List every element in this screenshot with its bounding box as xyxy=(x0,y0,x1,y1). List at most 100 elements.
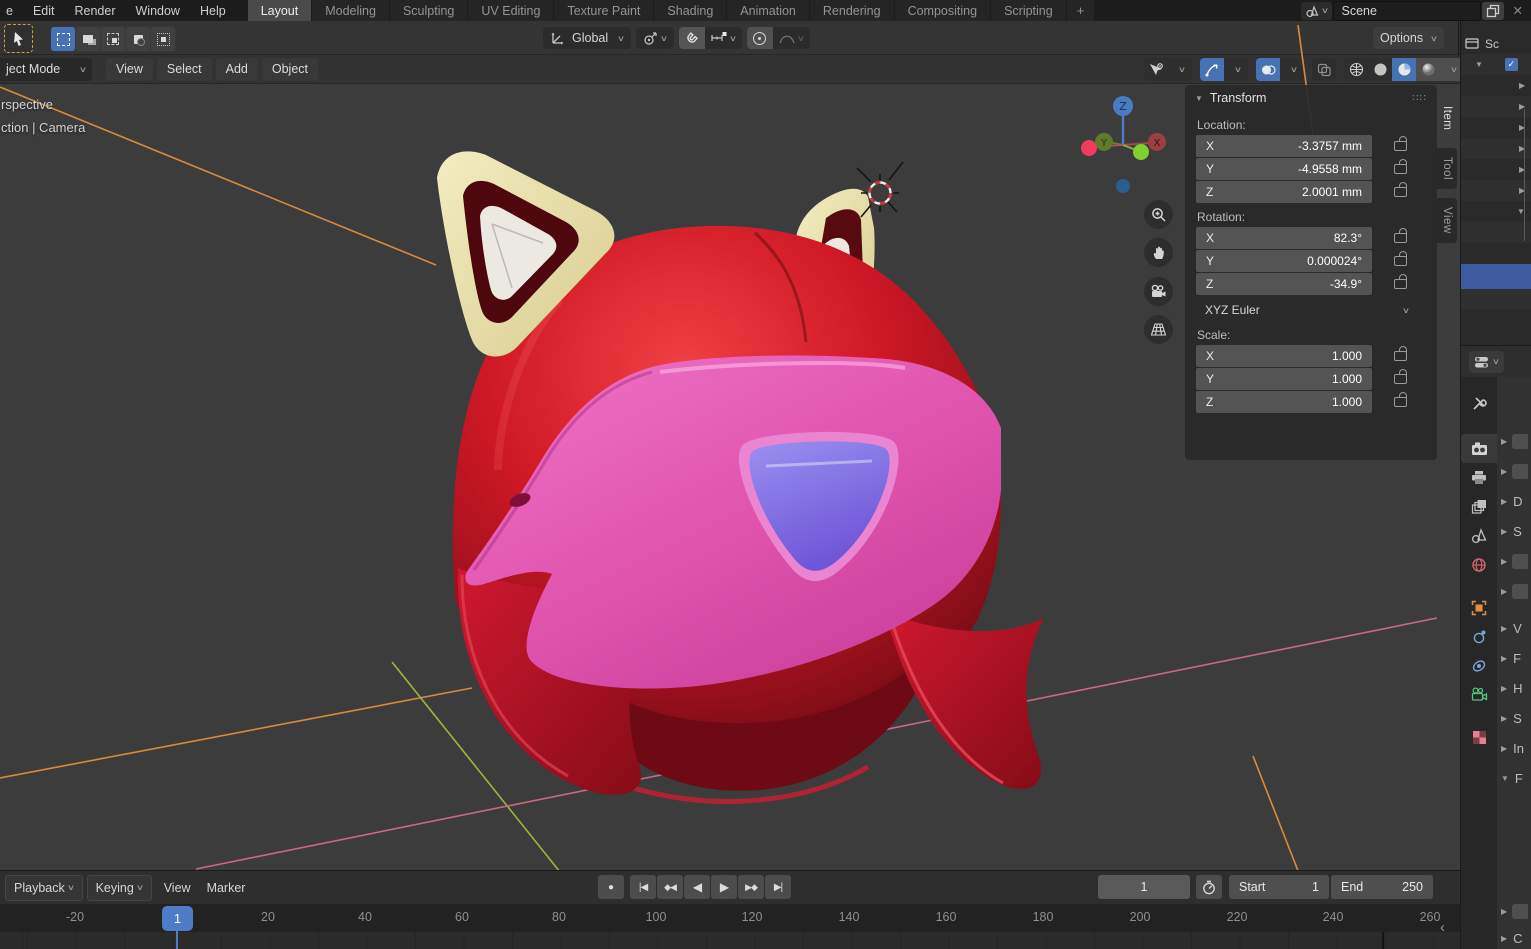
collapse-arrow[interactable]: ‹ xyxy=(1440,919,1445,936)
playback-menu[interactable]: Playback∨ xyxy=(5,875,83,901)
proportional-falloff-dropdown[interactable]: ∨ xyxy=(773,27,810,49)
pan-button[interactable] xyxy=(1144,238,1173,267)
pivot-point-dropdown[interactable]: ∨ xyxy=(636,27,674,49)
show-object-types-button[interactable] xyxy=(1144,58,1168,81)
lock-rotation-z[interactable] xyxy=(1394,279,1407,289)
scale-z-field[interactable]: Z1.000 xyxy=(1196,391,1372,413)
panel-section-row-expanded[interactable]: ▼F xyxy=(1501,768,1523,788)
menu-render[interactable]: Render xyxy=(65,0,126,21)
new-scene-button[interactable] xyxy=(1482,2,1504,20)
tab-shading[interactable]: Shading xyxy=(654,0,726,21)
panel-section-row[interactable]: ▶ xyxy=(1501,461,1528,481)
outliner-item-row[interactable]: ▶ xyxy=(1461,159,1531,180)
next-keyframe-button[interactable]: ▶◆ xyxy=(738,875,764,899)
helmet-object[interactable] xyxy=(437,151,1044,801)
panel-section-row[interactable]: ▶C xyxy=(1501,928,1523,948)
panel-section-row[interactable]: ▶ xyxy=(1501,581,1528,601)
rotation-z-field[interactable]: Z-34.9° xyxy=(1196,273,1372,295)
tab-tool[interactable]: Tool xyxy=(1437,148,1457,189)
zoom-button[interactable] xyxy=(1144,200,1173,229)
location-z-field[interactable]: Z2.0001 mm xyxy=(1196,181,1372,203)
tab-compositing[interactable]: Compositing xyxy=(895,0,990,21)
add-workspace-button[interactable]: + xyxy=(1067,0,1095,21)
shading-wireframe-button[interactable] xyxy=(1344,58,1368,81)
jump-to-start-button[interactable]: |◀ xyxy=(630,875,656,899)
outliner-item-row[interactable]: ▶ xyxy=(1461,96,1531,117)
tab-item[interactable]: Item xyxy=(1437,97,1457,139)
timeline-tracks[interactable] xyxy=(0,932,1460,949)
object-types-dropdown[interactable]: ∨ xyxy=(1168,58,1192,81)
scene-name-field[interactable]: Scene xyxy=(1333,1,1481,21)
show-overlays-button[interactable] xyxy=(1256,58,1280,81)
tab-tool-properties[interactable] xyxy=(1461,389,1497,418)
rotation-y-field[interactable]: Y0.000024° xyxy=(1196,250,1372,272)
menu-help[interactable]: Help xyxy=(190,0,236,21)
tab-physics-properties[interactable] xyxy=(1461,622,1497,651)
select-mode-invert-button[interactable] xyxy=(126,27,150,51)
tab-rendering[interactable]: Rendering xyxy=(810,0,894,21)
select-mode-extend-button[interactable] xyxy=(76,27,100,51)
unlink-scene-button[interactable]: ✕ xyxy=(1505,0,1531,21)
lock-rotation-x[interactable] xyxy=(1394,233,1407,243)
tab-texture-properties[interactable] xyxy=(1461,723,1497,752)
collapse-triangle-icon[interactable]: ▼ xyxy=(1195,94,1203,103)
gizmo-dropdown[interactable]: ∨ xyxy=(1224,58,1248,81)
lock-scale-y[interactable] xyxy=(1394,374,1407,384)
play-button[interactable]: ▶ xyxy=(711,875,737,899)
lock-scale-z[interactable] xyxy=(1394,397,1407,407)
navigation-gizmo[interactable]: Z Y X xyxy=(1081,96,1166,193)
lock-location-z[interactable] xyxy=(1394,187,1407,197)
location-y-field[interactable]: Y-4.9558 mm xyxy=(1196,158,1372,180)
properties-editor-type-dropdown[interactable]: ∨ xyxy=(1469,351,1504,373)
lock-location-x[interactable] xyxy=(1394,141,1407,151)
camera-view-button[interactable] xyxy=(1144,277,1173,306)
outliner-item-row[interactable] xyxy=(1461,222,1531,243)
overlays-dropdown[interactable]: ∨ xyxy=(1280,58,1304,81)
rotation-mode-dropdown[interactable]: XYZ Euler ∨ xyxy=(1196,299,1418,321)
outliner-item-row[interactable]: ▼ xyxy=(1461,201,1531,222)
end-frame-field[interactable]: End250 xyxy=(1331,875,1433,899)
tab-view[interactable]: View xyxy=(1437,198,1457,243)
tab-modeling[interactable]: Modeling xyxy=(312,0,389,21)
snap-target-dropdown[interactable]: ∨ xyxy=(705,27,742,49)
tab-texture-paint[interactable]: Texture Paint xyxy=(554,0,653,21)
menu-view[interactable]: View xyxy=(106,58,153,81)
menu-object[interactable]: Object xyxy=(262,58,318,81)
scene-collection-row[interactable]: Sc xyxy=(1461,33,1531,54)
scale-x-field[interactable]: X1.000 xyxy=(1196,345,1372,367)
tab-layout[interactable]: Layout xyxy=(248,0,312,21)
lock-rotation-y[interactable] xyxy=(1394,256,1407,266)
show-gizmo-button[interactable] xyxy=(1200,58,1224,81)
collection-checkbox[interactable]: ✓ xyxy=(1505,58,1518,71)
timeline-ruler[interactable]: -20 20 40 60 80 100 120 140 160 180 200 … xyxy=(0,904,1460,932)
outliner-item-row[interactable]: ▶ xyxy=(1461,117,1531,138)
tab-uv-editing[interactable]: UV Editing xyxy=(468,0,553,21)
select-mode-set-button[interactable] xyxy=(51,27,75,51)
record-button[interactable]: ● xyxy=(598,875,624,899)
panel-section-row[interactable]: ▶F xyxy=(1501,648,1521,668)
panel-section-row[interactable]: ▶V xyxy=(1501,618,1522,638)
gizmo-y-neg[interactable] xyxy=(1133,144,1149,160)
panel-section-row[interactable]: ▶H xyxy=(1501,678,1523,698)
outliner-item-row[interactable]: ▶ xyxy=(1461,138,1531,159)
tab-animation[interactable]: Animation xyxy=(727,0,809,21)
proportional-editing-toggle[interactable] xyxy=(747,27,773,49)
panel-section-row[interactable]: ▶S xyxy=(1501,708,1522,728)
playhead[interactable]: 1 xyxy=(162,906,193,931)
shading-rendered-button[interactable] xyxy=(1416,58,1440,81)
tab-object-data-properties[interactable] xyxy=(1461,680,1497,709)
panel-section-row[interactable]: ▶ xyxy=(1501,551,1528,571)
keying-menu[interactable]: Keying∨ xyxy=(87,875,152,901)
tab-world-properties[interactable] xyxy=(1461,550,1497,579)
menu-select[interactable]: Select xyxy=(157,58,212,81)
select-mode-subtract-button[interactable] xyxy=(101,27,125,51)
shading-solid-button[interactable] xyxy=(1368,58,1392,81)
scale-y-field[interactable]: Y1.000 xyxy=(1196,368,1372,390)
tab-view-layer-properties[interactable] xyxy=(1461,492,1497,521)
menu-edit[interactable]: Edit xyxy=(23,0,65,21)
panel-section-row[interactable]: ▶S xyxy=(1501,521,1522,541)
rotation-x-field[interactable]: X82.3° xyxy=(1196,227,1372,249)
tab-output-properties[interactable] xyxy=(1461,463,1497,492)
scene-browse-button[interactable]: ∨ xyxy=(1301,2,1332,20)
tab-constraints-properties[interactable] xyxy=(1461,651,1497,680)
